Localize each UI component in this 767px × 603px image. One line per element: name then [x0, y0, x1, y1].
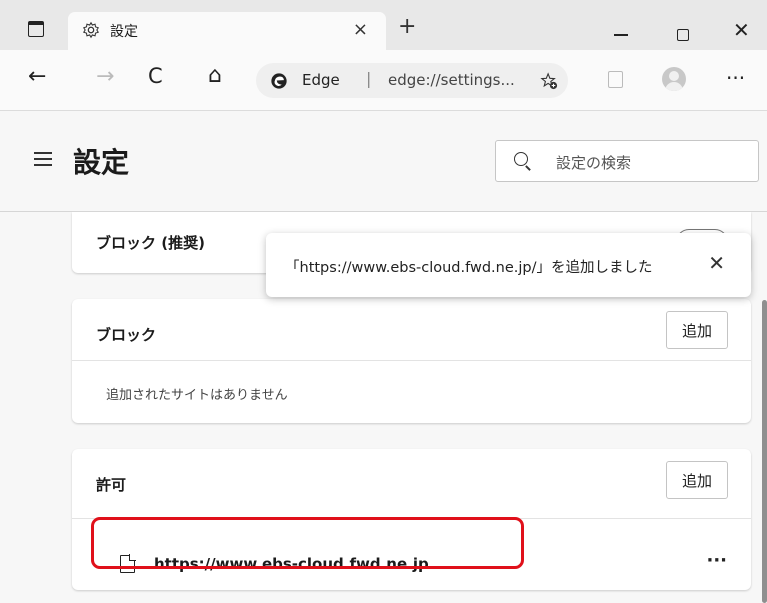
settings-header: 設定 設定の検索	[0, 111, 767, 212]
settings-content: ブロック (推奨) ブロック 追加 追加されたサイトはありません 許可 追加 h…	[0, 212, 767, 603]
site-url: https://www.ebs-cloud.fwd.ne.jp	[154, 555, 429, 573]
scrollbar[interactable]	[762, 300, 767, 603]
refresh-icon[interactable]: C	[148, 64, 163, 88]
more-options-icon[interactable]: ···	[706, 550, 727, 571]
search-icon	[514, 152, 528, 166]
close-icon[interactable]: ✕	[708, 251, 725, 275]
divider	[72, 518, 751, 519]
back-icon[interactable]: ←	[28, 64, 46, 89]
block-recommended-title: ブロック (推奨)	[96, 234, 205, 252]
tab-bar: 設定 × + ✕	[0, 0, 767, 50]
edge-logo-icon	[271, 73, 287, 89]
block-empty-text: 追加されたサイトはありません	[106, 388, 288, 403]
star-add-icon[interactable]	[540, 72, 558, 90]
page-icon	[120, 554, 136, 573]
tab-settings[interactable]: 設定 ×	[68, 12, 386, 50]
browser-toolbar: ← → C ⌂ Edge | edge://settings... ···	[0, 50, 767, 111]
address-bar[interactable]: Edge | edge://settings...	[256, 63, 568, 98]
new-tab-button[interactable]: +	[398, 14, 416, 39]
gear-icon	[82, 21, 100, 39]
allow-title: 許可	[96, 476, 127, 494]
toast-message: 「https://www.ebs-cloud.fwd.ne.jp/」を追加しまし…	[285, 260, 653, 276]
avatar[interactable]	[662, 67, 686, 91]
window-close-icon[interactable]: ✕	[733, 18, 750, 42]
allow-add-button[interactable]: 追加	[666, 461, 728, 499]
block-title: ブロック	[96, 326, 157, 344]
home-icon[interactable]: ⌂	[208, 63, 222, 88]
tab-actions-icon[interactable]	[28, 21, 44, 37]
maximize-icon[interactable]	[677, 29, 689, 41]
minimize-icon[interactable]	[614, 34, 628, 36]
block-card: ブロック 追加 追加されたサイトはありません	[72, 299, 751, 423]
collections-icon[interactable]	[608, 71, 623, 88]
block-add-button[interactable]: 追加	[666, 311, 728, 349]
address-site-label: Edge	[302, 71, 340, 89]
search-input[interactable]: 設定の検索	[495, 140, 759, 182]
page-title: 設定	[73, 146, 130, 179]
address-url[interactable]: edge://settings...	[388, 71, 515, 89]
search-placeholder: 設定の検索	[556, 154, 632, 172]
more-options-icon[interactable]: ···	[726, 66, 745, 90]
notification-toast: 「https://www.ebs-cloud.fwd.ne.jp/」を追加しまし…	[266, 233, 751, 297]
tab-close-icon[interactable]: ×	[353, 19, 368, 40]
divider	[72, 360, 751, 361]
tab-title: 設定	[110, 24, 138, 40]
allow-card: 許可 追加 https://www.ebs-cloud.fwd.ne.jp ··…	[72, 449, 751, 590]
list-item[interactable]: https://www.ebs-cloud.fwd.ne.jp ···	[72, 537, 751, 591]
forward-icon[interactable]: →	[96, 64, 114, 89]
menu-icon[interactable]	[34, 152, 52, 171]
address-separator: |	[366, 69, 372, 88]
